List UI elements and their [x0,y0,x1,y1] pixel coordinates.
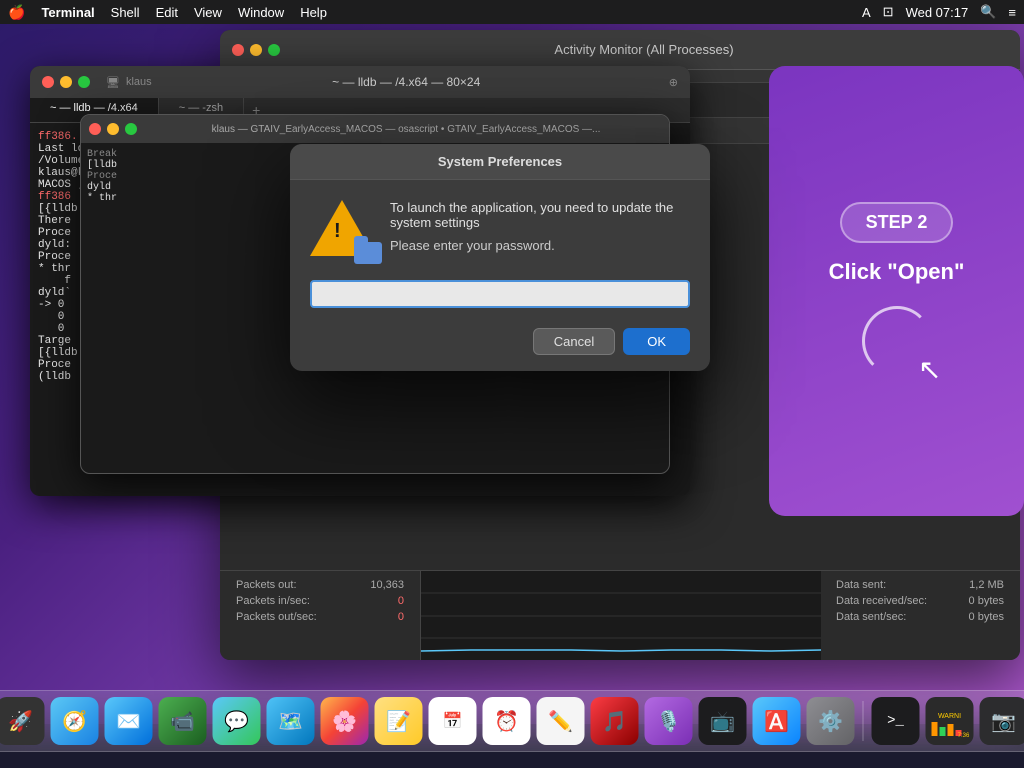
step2-banner: STEP 2 Click "Open" ↖ [769,66,1024,516]
menubar-right: A ⊡ Wed 07:17 🔍 ≡ [862,4,1016,20]
terminal-main-titlebar: 🖥 klaus ~ — lldb — /4.x64 — 80×24 ⊕ [30,66,690,98]
terminal-close-button[interactable] [42,76,54,88]
gtaiv-minimize-button[interactable] [107,123,119,135]
menu-extras[interactable]: ≡ [1008,5,1016,20]
ok-button[interactable]: OK [623,328,690,355]
dock-reminders[interactable]: ⏰ [483,697,531,745]
am-packets-stats: Packets out: 10,363 Packets in/sec: 0 Pa… [220,571,420,660]
terminal-gtaiv-titlebar: klaus — GTAIV_EarlyAccess_MACOS — osascr… [81,115,669,143]
terminal-main-title: ~ — lldb — /4.x64 — 80×24 [160,75,653,89]
packets-in-sec-value: 0 [398,595,404,607]
am-minimize-button[interactable] [250,44,262,56]
keyboard-indicator: A [862,5,871,20]
dock-mail[interactable]: ✉️ [105,697,153,745]
dialog-message: To launch the application, you need to u… [390,200,690,253]
terminal-traffic-lights [42,76,90,88]
dialog-body-text2: Please enter your password. [390,238,690,253]
data-rcvd-sec-label: Data received/sec: [836,595,927,607]
menu-help[interactable]: Help [300,5,327,20]
packets-out-sec-value: 0 [398,611,404,623]
dialog-input-area [290,280,710,320]
dock: 😊 🚀 🧭 ✉️ 📹 💬 🗺️ 🌸 📝 📅 ⏰ [0,690,1024,752]
menu-window[interactable]: Window [238,5,284,20]
dock-activity-monitor-mini[interactable]: WARNI 7:36 [926,697,974,745]
cursor-pointer-icon: ↖ [918,353,941,386]
dock-maps[interactable]: 🗺️ [267,697,315,745]
menubar: 🍎 Terminal Shell Edit View Window Help A… [0,0,1024,24]
menu-shell[interactable]: Shell [111,5,140,20]
dock-launchpad[interactable]: 🚀 [0,697,45,745]
am-close-button[interactable] [232,44,244,56]
svg-text:WARNI: WARNI [938,713,961,720]
step2-text: Click "Open" [829,259,965,285]
data-sent-value: 1,2 MB [969,579,1004,591]
desktop: Activity Monitor (All Processes) 🔍 CPU M… [0,24,1024,724]
dock-messages[interactable]: 💬 [213,697,261,745]
packets-in-sec-label: Packets in/sec: [236,595,310,607]
menu-view[interactable]: View [194,5,222,20]
dock-podcasts[interactable]: 🎙️ [645,697,693,745]
am-window-title: Activity Monitor (All Processes) [280,42,1008,57]
gtaiv-fullscreen-button[interactable] [125,123,137,135]
am-fullscreen-button[interactable] [268,44,280,56]
screen-share-icon: ⊡ [883,4,894,20]
dock-camera[interactable]: 📷 [980,697,1024,745]
dock-freeform[interactable]: ✏️ [537,697,585,745]
dock-safari[interactable]: 🧭 [51,697,99,745]
dock-appletv[interactable]: 📺 [699,697,747,745]
folder-icon [354,242,382,264]
dialog-buttons: Cancel OK [290,320,710,371]
menu-terminal[interactable]: Terminal [41,5,94,20]
am-traffic-lights [232,44,280,56]
system-preferences-dialog: System Preferences To launch the applica… [290,144,710,371]
apple-menu[interactable]: 🍎 [8,4,25,21]
am-data-stats: Data sent: 1,2 MB Data received/sec: 0 b… [820,571,1020,660]
dock-appstore[interactable]: 🅰️ [753,697,801,745]
cancel-button[interactable]: Cancel [533,328,615,355]
dock-system-preferences[interactable]: ⚙️ [807,697,855,745]
am-network-graph [420,571,820,660]
dock-calendar[interactable]: 📅 [429,697,477,745]
clock: Wed 07:17 [906,5,969,20]
gtaiv-close-button[interactable] [89,123,101,135]
am-titlebar: Activity Monitor (All Processes) [220,30,1020,70]
terminal-fullscreen-button[interactable] [78,76,90,88]
dialog-body-text1: To launch the application, you need to u… [390,200,690,230]
data-sent-sec-value: 0 bytes [969,611,1004,623]
step2-icon: ↖ [857,301,937,381]
dock-notes[interactable]: 📝 [375,697,423,745]
dock-facetime[interactable]: 📹 [159,697,207,745]
gtaiv-traffic-lights [89,123,137,135]
dialog-title: System Preferences [290,144,710,180]
packets-out-sec-label: Packets out/sec: [236,611,317,623]
svg-text:7:36: 7:36 [958,733,970,739]
step2-badge: STEP 2 [840,202,954,243]
dialog-warning-icon [310,200,374,264]
gtaiv-title: klaus — GTAIV_EarlyAccess_MACOS — osascr… [151,124,661,135]
packets-out-value: 10,363 [370,579,404,591]
search-icon[interactable]: 🔍 [980,4,996,20]
dialog-body: To launch the application, you need to u… [290,180,710,280]
terminal-minimize-button[interactable] [60,76,72,88]
am-stats-bar: Packets out: 10,363 Packets in/sec: 0 Pa… [220,570,1020,660]
dock-photos[interactable]: 🌸 [321,697,369,745]
data-sent-label: Data sent: [836,579,886,591]
packets-out-label: Packets out: [236,579,297,591]
dock-music[interactable]: 🎵 [591,697,639,745]
dock-terminal[interactable]: >_ [872,697,920,745]
data-rcvd-sec-value: 0 bytes [969,595,1004,607]
menu-edit[interactable]: Edit [156,5,178,20]
password-input[interactable] [310,280,690,308]
data-sent-sec-label: Data sent/sec: [836,611,906,623]
dock-separator [863,701,864,741]
